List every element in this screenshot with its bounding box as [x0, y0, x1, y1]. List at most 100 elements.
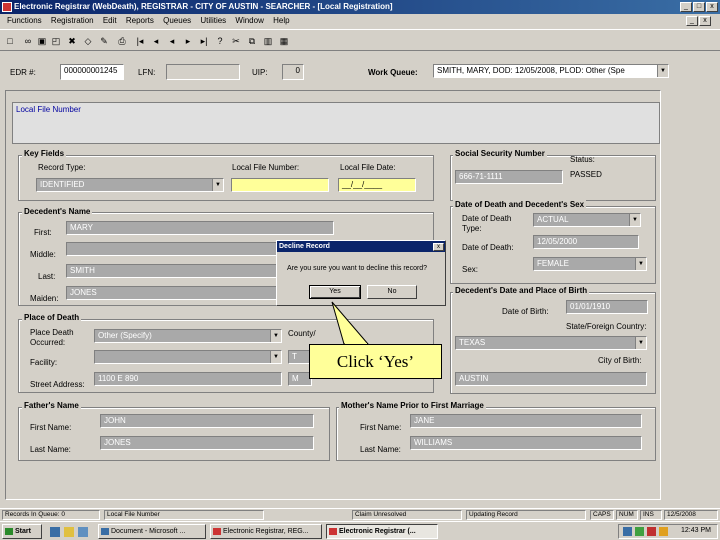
app-icon — [2, 2, 12, 12]
mother-last-field[interactable]: WILLIAMS — [410, 436, 642, 450]
binoculars-icon[interactable]: ∞ — [22, 35, 34, 47]
menu-functions[interactable]: Functions — [7, 16, 42, 25]
status-bar: Records In Queue: 0 Local File Number Cl… — [0, 508, 720, 520]
mdi-minimize-button[interactable]: _ — [686, 16, 698, 26]
dialog-close-button[interactable]: x — [433, 243, 444, 251]
first-name-field[interactable]: MARY — [66, 221, 334, 235]
close-button[interactable]: x — [706, 2, 718, 12]
first-record-icon[interactable]: |◂ — [134, 35, 146, 47]
state-dropdown[interactable]: TEXAS ▼ — [455, 336, 647, 350]
uip-field[interactable]: 0 — [282, 64, 304, 80]
chevron-down-icon[interactable]: ▼ — [635, 258, 646, 270]
dialog-title-bar: Decline Record — [277, 241, 445, 252]
grid-icon[interactable]: ▦ — [278, 35, 290, 47]
work-queue-dropdown[interactable]: SMITH, MARY, DOD: 12/05/2008, PLOD: Othe… — [433, 64, 669, 78]
father-last-field[interactable]: JONES — [100, 436, 314, 450]
tag-icon[interactable]: ◇ — [82, 35, 94, 47]
record-type-value: IDENTIFIED — [40, 180, 85, 189]
prev-icon[interactable]: ◂ — [166, 35, 178, 47]
print-icon[interactable]: ⎙ — [116, 35, 128, 47]
dob-label: Date of Birth: — [502, 307, 549, 316]
tray-icon-2[interactable] — [635, 527, 644, 536]
middle-name-label: Middle: — [30, 250, 56, 259]
work-queue-label: Work Queue: — [368, 68, 418, 77]
last-name-field[interactable]: SMITH — [66, 264, 282, 278]
no-button[interactable]: No — [367, 285, 417, 299]
dialog-title: Decline Record — [279, 243, 330, 250]
menu-queues[interactable]: Queues — [163, 16, 191, 25]
last-name-label: Last: — [38, 272, 56, 281]
dod-type-dropdown[interactable]: ACTUAL ▼ — [533, 213, 641, 227]
delete-icon[interactable]: ✖ — [66, 35, 78, 47]
chevron-down-icon[interactable]: ▼ — [635, 337, 646, 349]
tag2-icon[interactable]: ✎ — [98, 35, 110, 47]
ssn-field[interactable]: 666-71-1111 — [455, 170, 563, 184]
street-field[interactable]: 1100 E 890 — [94, 372, 282, 386]
county-label: County/ — [288, 329, 316, 338]
mdi-close-button[interactable]: x — [699, 16, 711, 26]
place-death-dropdown[interactable]: Other (Specify) ▼ — [94, 329, 282, 343]
help-icon[interactable]: ? — [214, 35, 226, 47]
mother-first-label: First Name: — [360, 423, 402, 432]
task-document[interactable]: Document - Microsoft ... — [98, 524, 206, 539]
chevron-down-icon[interactable]: ▼ — [270, 330, 281, 342]
print-preview-icon[interactable]: ◰ — [50, 35, 62, 47]
cut-icon[interactable]: ✂ — [230, 35, 242, 47]
menu-reports[interactable]: Reports — [126, 16, 154, 25]
maximize-button[interactable]: □ — [693, 2, 705, 12]
record-type-dropdown[interactable]: IDENTIFIED ▼ — [36, 178, 224, 192]
copy-icon[interactable]: ⧉ — [246, 35, 258, 47]
maiden-name-field[interactable]: JONES — [66, 286, 282, 300]
dod-date-label: Date of Death: — [462, 243, 514, 252]
dob-field[interactable]: 01/01/1910 — [566, 300, 648, 314]
status-records: Records In Queue: 0 — [2, 510, 100, 520]
menu-window[interactable]: Window — [235, 16, 263, 25]
dod-date-field[interactable]: 12/05/2000 — [533, 235, 639, 249]
menu-registration[interactable]: Registration — [51, 16, 94, 25]
ie-icon[interactable] — [50, 527, 60, 537]
task-registrar[interactable]: Electronic Registrar (... — [326, 524, 438, 539]
tray-icon-3[interactable] — [647, 527, 656, 536]
chevron-down-icon[interactable]: ▼ — [270, 351, 281, 363]
next-record-icon[interactable]: ▸ — [182, 35, 194, 47]
prev-record-icon[interactable]: ◂ — [150, 35, 162, 47]
city-of-birth-label: City of Birth: — [598, 356, 642, 365]
lfn-field[interactable] — [166, 64, 240, 80]
lfn-key-field[interactable] — [231, 178, 329, 192]
start-button[interactable]: Start — [2, 524, 42, 539]
new-icon[interactable]: □ — [4, 35, 16, 47]
father-first-field[interactable]: JOHN — [100, 414, 314, 428]
ssn-title: Social Security Number — [453, 149, 547, 158]
middle-name-field[interactable] — [66, 242, 282, 256]
mother-first-field[interactable]: JANE — [410, 414, 642, 428]
chevron-down-icon[interactable]: ▼ — [629, 214, 640, 226]
yes-button[interactable]: Yes — [309, 285, 361, 299]
status-ins: INS — [640, 510, 662, 520]
chevron-down-icon[interactable]: ▼ — [212, 179, 223, 191]
last-record-icon[interactable]: ▸| — [198, 35, 210, 47]
menu-help[interactable]: Help — [273, 16, 289, 25]
father-first-label: First Name: — [30, 423, 72, 432]
minimize-button[interactable]: _ — [680, 2, 692, 12]
book-icon[interactable]: ▥ — [262, 35, 274, 47]
facility-dropdown[interactable]: ▼ — [94, 350, 282, 364]
toolbar: □ ∞ ▣ ◰ ✖ ◇ ✎ ⎙ |◂ ◂ ◂ ▸ ▸| ? ✂ ⧉ ▥ ▦ — [0, 29, 720, 51]
sex-dropdown[interactable]: FEMALE ▼ — [533, 257, 647, 271]
lfd-field[interactable]: __/__/____ — [338, 178, 416, 192]
save-icon[interactable]: ▣ — [36, 35, 48, 47]
edr-field[interactable]: 000000001245 — [60, 64, 124, 80]
tray-icon-4[interactable] — [659, 527, 668, 536]
menu-utilities[interactable]: Utilities — [200, 16, 226, 25]
menu-edit[interactable]: Edit — [103, 16, 117, 25]
task-registrar-reg[interactable]: Electronic Registrar, REG... — [210, 524, 322, 539]
system-tray: 12:43 PM — [618, 524, 718, 539]
window-title: Electronic Registrar (WebDeath), REGISTR… — [14, 2, 393, 11]
chevron-down-icon[interactable]: ▼ — [657, 65, 668, 77]
task-registrar-label: Electronic Registrar (... — [339, 528, 416, 535]
city-of-birth-field[interactable]: AUSTIN — [455, 372, 647, 386]
local-file-number-label: Local File Number — [16, 105, 81, 114]
folder-icon[interactable] — [64, 527, 74, 537]
date-of-death-title: Date of Death and Decedent's Sex — [453, 200, 587, 209]
tray-icon-1[interactable] — [623, 527, 632, 536]
desktop-icon[interactable] — [78, 527, 88, 537]
